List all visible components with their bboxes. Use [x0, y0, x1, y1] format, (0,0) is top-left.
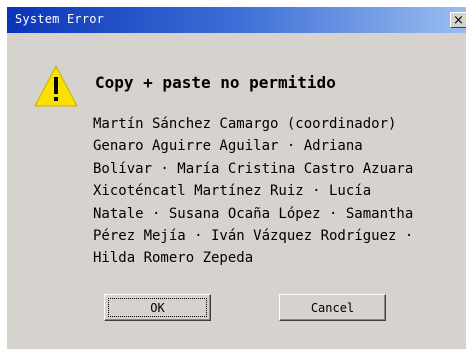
- title-bar[interactable]: System Error ×: [7, 7, 466, 33]
- error-heading: Copy + paste no permitido: [95, 73, 336, 92]
- cancel-button-label: Cancel: [310, 300, 355, 315]
- cancel-button[interactable]: Cancel: [279, 294, 386, 321]
- error-message: Martín Sánchez Camargo (coordinador) Gen…: [93, 116, 414, 267]
- ok-button-label: OK: [150, 300, 165, 315]
- error-dialog: System Error × Copy + paste no permitido…: [6, 6, 466, 349]
- close-icon: ×: [453, 12, 464, 28]
- close-button[interactable]: ×: [450, 12, 466, 28]
- ok-button[interactable]: OK: [104, 294, 211, 321]
- dialog-title: System Error: [15, 12, 105, 26]
- warning-icon: [34, 65, 78, 107]
